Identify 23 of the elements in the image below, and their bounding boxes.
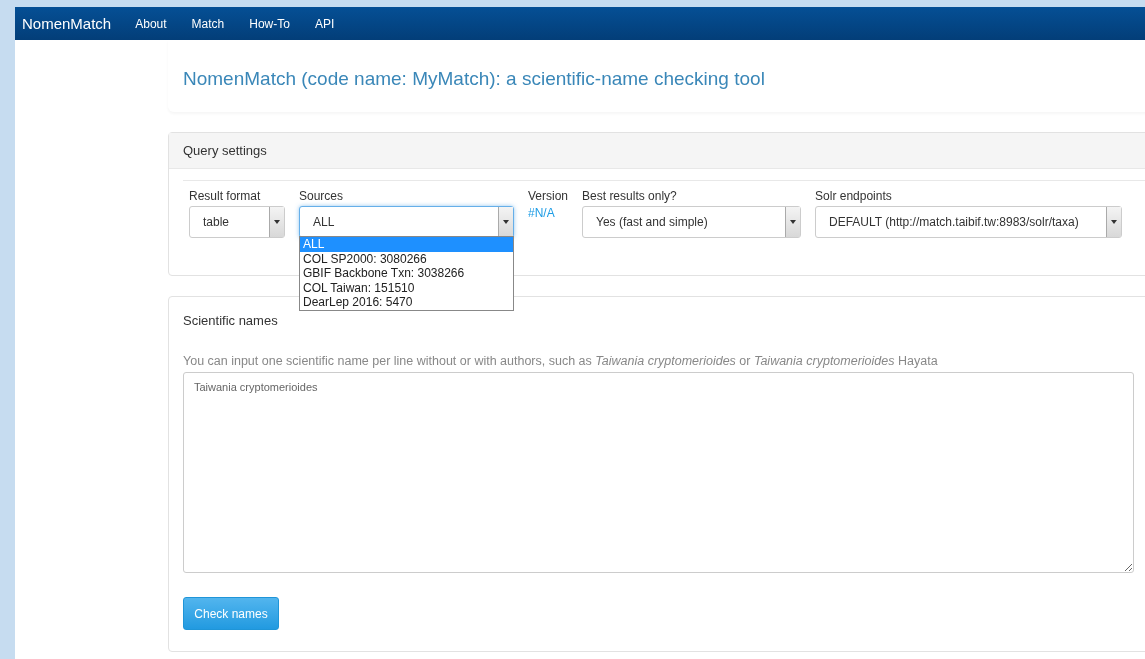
caret-icon xyxy=(1111,220,1118,224)
names-input-field[interactable]: Taiwania cryptomerioides xyxy=(183,372,1134,573)
nav-link[interactable]: How-To xyxy=(249,16,290,31)
solr-endpoints-select[interactable]: DEFAULT (http://match.taibif.tw:8983/solr/taxa) xyxy=(815,206,1123,238)
page-title: NomenMatch (code name: MyMatch): a scientific-name checking tool xyxy=(168,40,1145,112)
best-results-select[interactable]: Yes (fast and simple) xyxy=(582,206,802,238)
nav-link[interactable]: API xyxy=(314,16,335,31)
nav-link[interactable]: Match xyxy=(191,16,225,31)
panel-heading: Query settings xyxy=(169,133,1145,169)
result-format-select[interactable]: table xyxy=(189,206,285,238)
brand-link[interactable]: NomenMatch xyxy=(22,15,112,32)
field-label: Solr endpoints xyxy=(815,189,893,203)
nav-link[interactable]: About xyxy=(135,16,167,31)
field-label: Result format xyxy=(189,189,262,203)
sources-select[interactable]: ALL xyxy=(299,206,514,238)
caret-icon xyxy=(790,220,797,224)
field-label: Sources xyxy=(299,189,345,203)
input-hint: You can input one scientific name per line without or with authors, such as Taiwania cryptomerioides or Taiwania cryptomerioides Hayata xyxy=(183,354,939,368)
caret-icon xyxy=(274,220,280,224)
caret-icon xyxy=(503,220,509,224)
field-label: Version xyxy=(528,189,569,203)
panel-heading: Scientific names xyxy=(183,313,278,328)
field-label: Best results only? xyxy=(582,189,678,203)
